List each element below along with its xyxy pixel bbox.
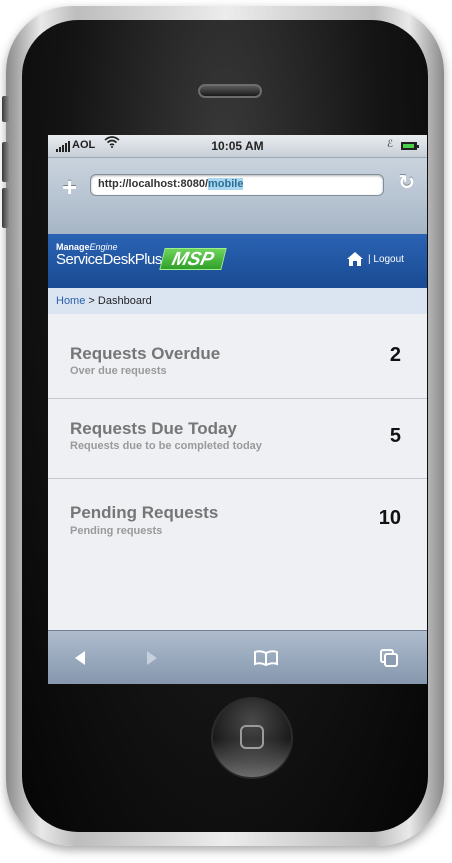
- request-title: Pending Requests: [70, 503, 219, 522]
- breadcrumb-separator: >: [88, 295, 95, 307]
- request-count: 5: [389, 425, 401, 447]
- phone-mockup: AOL 10:05 AM ℰ + http://localhost:8080/m…: [0, 0, 452, 863]
- browser-url-bar: + http://localhost:8080/mobile ↻: [48, 158, 427, 234]
- home-icon[interactable]: [346, 251, 364, 267]
- list-item-requests-due-today[interactable]: Requests Due Today Requests due to be co…: [48, 399, 427, 479]
- add-bookmark-button[interactable]: +: [62, 174, 77, 200]
- url-highlighted-text: mobile: [208, 178, 244, 190]
- servicedesk-logo: ManageEngine ServiceDeskPlus: [56, 242, 162, 268]
- status-bar: AOL 10:05 AM ℰ: [48, 135, 427, 158]
- mute-switch: [2, 96, 9, 122]
- browser-toolbar: [48, 630, 427, 684]
- app-header: ManageEngine ServiceDeskPlus MSP | Logou…: [48, 234, 427, 288]
- request-title: Requests Overdue: [70, 344, 221, 363]
- request-count: 2: [389, 344, 401, 366]
- status-time: 10:05 AM: [211, 139, 264, 153]
- earpiece-speaker: [198, 84, 262, 98]
- request-count: 10: [378, 507, 401, 529]
- reload-button[interactable]: ↻: [398, 170, 415, 195]
- battery-icon: [401, 142, 419, 150]
- phone-screen: AOL 10:05 AM ℰ + http://localhost:8080/m…: [48, 135, 427, 684]
- request-subtitle: Requests due to be completed today: [70, 440, 262, 452]
- logout-link[interactable]: | Logout: [368, 254, 404, 265]
- request-title: Requests Due Today: [70, 419, 237, 438]
- volume-up-button: [2, 142, 9, 182]
- volume-down-button: [2, 188, 9, 228]
- breadcrumb-home-link[interactable]: Home: [56, 295, 85, 307]
- forward-arrow-icon[interactable]: [140, 647, 162, 669]
- pages-icon[interactable]: [378, 647, 400, 669]
- request-subtitle: Over due requests: [70, 365, 167, 377]
- request-subtitle: Pending requests: [70, 525, 163, 537]
- home-hardware-button[interactable]: [211, 697, 293, 779]
- msp-badge: MSP: [159, 248, 227, 270]
- breadcrumb: Home > Dashboard: [48, 288, 427, 314]
- url-text: http://localhost:8080/: [98, 178, 209, 190]
- back-arrow-icon[interactable]: [70, 647, 92, 669]
- list-item-pending-requests[interactable]: Pending Requests Pending requests 10: [48, 479, 427, 630]
- bookmarks-book-icon[interactable]: [253, 647, 279, 669]
- list-item-requests-overdue[interactable]: Requests Overdue Over due requests 2: [48, 314, 427, 399]
- address-field[interactable]: http://localhost:8080/mobile: [90, 174, 384, 196]
- logo-product-name: ServiceDeskPlus: [56, 251, 162, 268]
- bluetooth-icon: ℰ: [386, 139, 393, 150]
- breadcrumb-current: Dashboard: [97, 295, 152, 307]
